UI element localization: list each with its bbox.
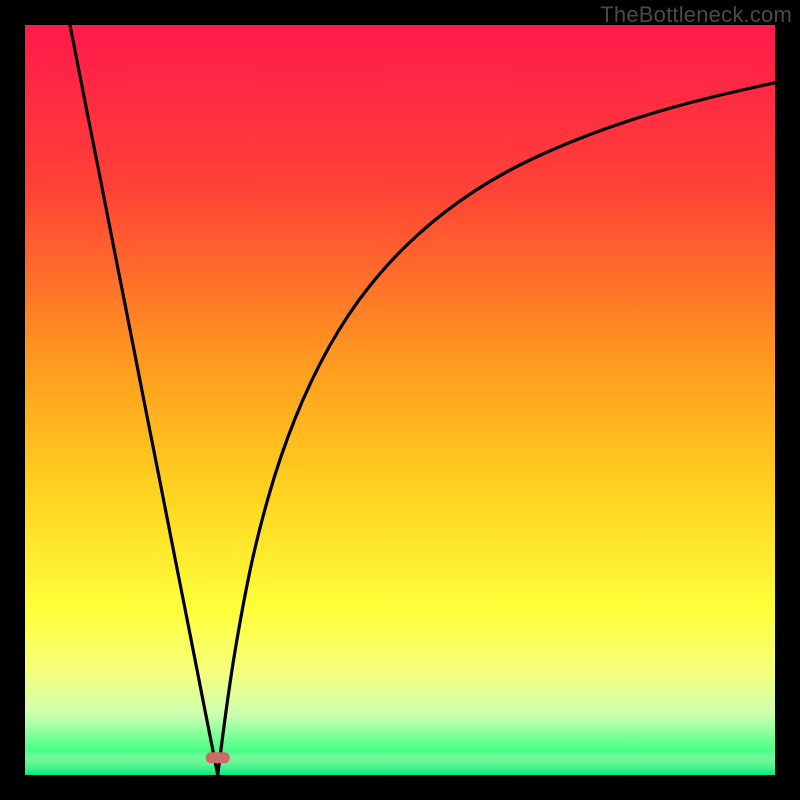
- notch-marker: [206, 752, 230, 763]
- bottom-green-band: [25, 751, 775, 775]
- chart-frame: TheBottleneck.com: [0, 0, 800, 800]
- gradient-background: [25, 25, 775, 775]
- plot-area: [25, 25, 775, 775]
- watermark-text: TheBottleneck.com: [600, 2, 792, 28]
- chart-svg: [25, 25, 775, 775]
